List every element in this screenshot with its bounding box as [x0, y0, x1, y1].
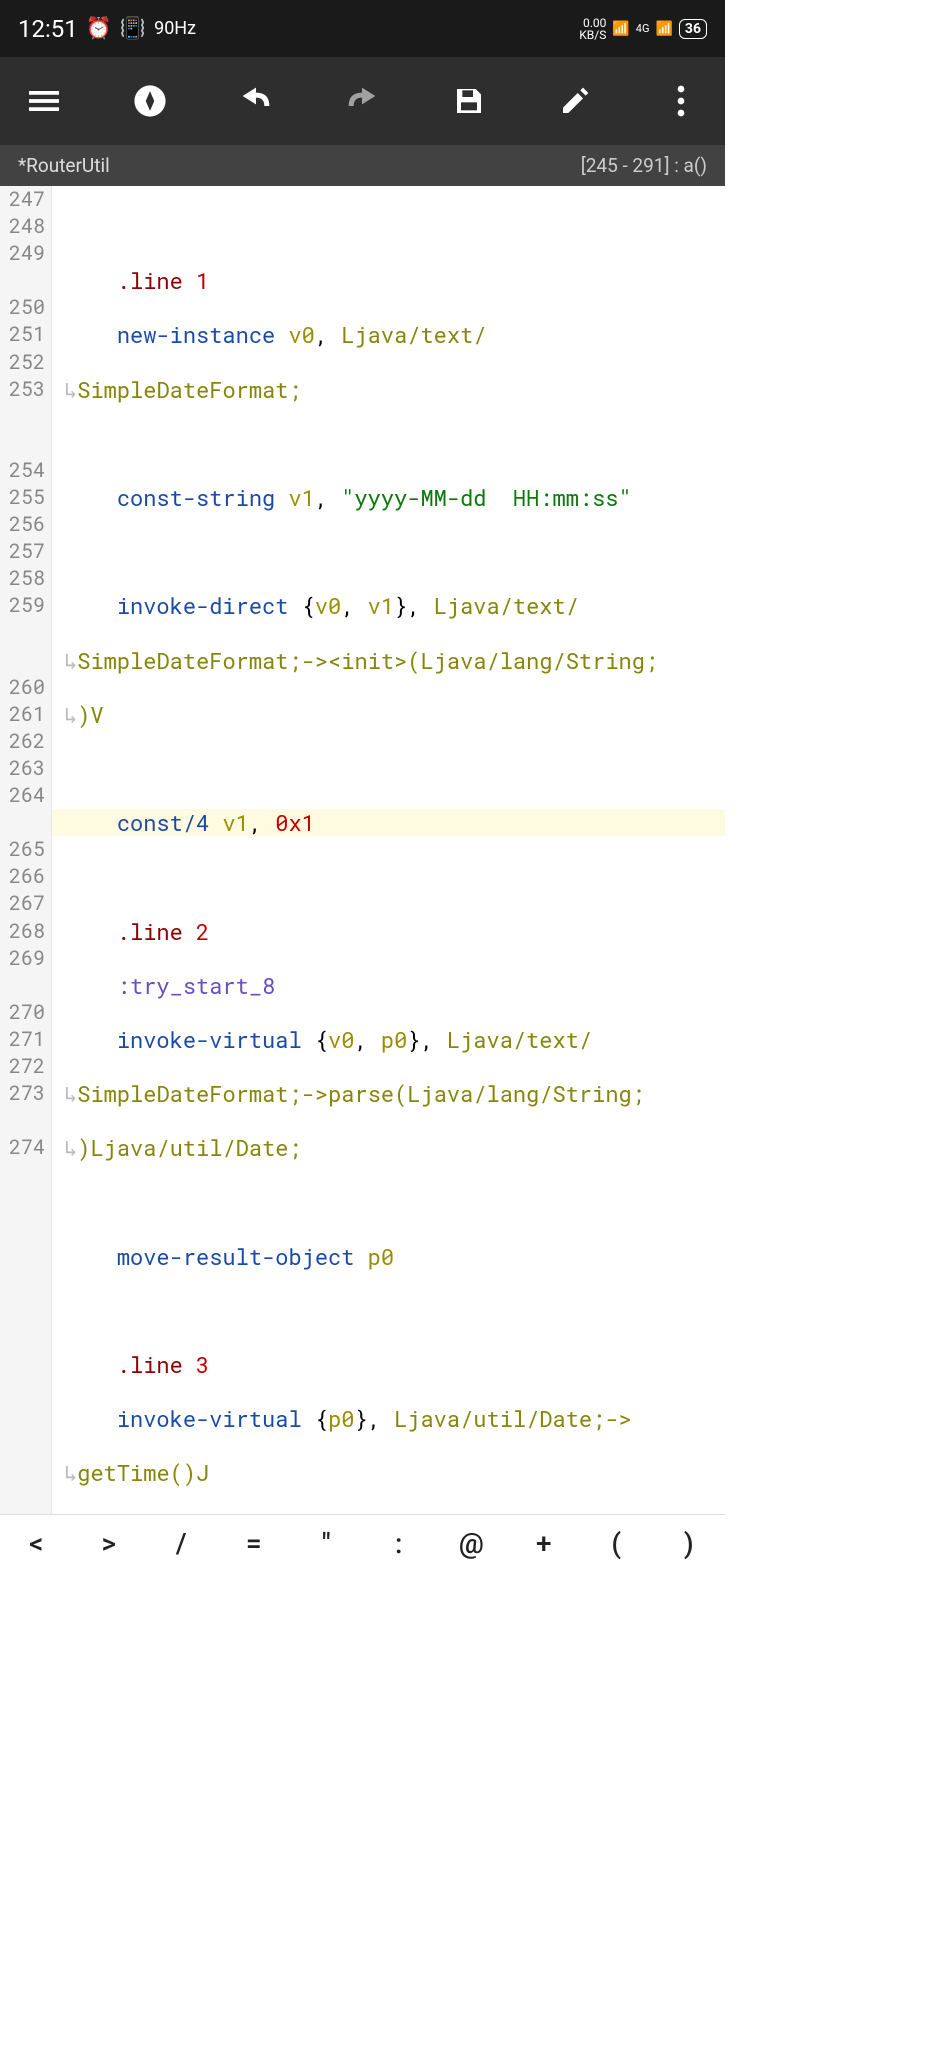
symbol-key[interactable]: >: [73, 1515, 146, 1572]
line-number: 266: [0, 863, 51, 890]
line-number: 269: [0, 945, 51, 972]
line-number: 253: [0, 376, 51, 403]
line-number: 258: [0, 565, 51, 592]
redo-button[interactable]: [336, 75, 388, 127]
compass-icon: [133, 84, 167, 118]
line-number: 252: [0, 349, 51, 376]
symbol-key[interactable]: (: [580, 1515, 653, 1572]
line-number: 256: [0, 511, 51, 538]
line-number: 248: [0, 213, 51, 240]
line-number: 272: [0, 1053, 51, 1080]
editor[interactable]: 247248249 250251252253 254255256257258259 2…: [0, 186, 725, 1514]
symbol-keybar: <>/=":@+(): [0, 1514, 725, 1572]
edit-button[interactable]: [549, 75, 601, 127]
battery-level: 36: [679, 19, 707, 39]
net-speed: 0.00 KB/S: [579, 17, 606, 41]
line-number: 273: [0, 1080, 51, 1107]
line-number: 265: [0, 836, 51, 863]
symbol-key[interactable]: :: [363, 1515, 436, 1572]
line-number: 268: [0, 918, 51, 945]
pencil-icon: [559, 85, 591, 117]
line-number: [0, 267, 51, 294]
clock: 12:51: [18, 15, 78, 43]
code-area[interactable]: .line 1 new-instance v0, Ljava/text/ ↳Si…: [52, 186, 725, 1514]
line-number: 271: [0, 1026, 51, 1053]
line-number: 262: [0, 728, 51, 755]
line-number: 254: [0, 457, 51, 484]
undo-button[interactable]: [230, 75, 282, 127]
hamburger-icon: [29, 86, 59, 116]
file-range: [245 - 291] : a(): [581, 154, 707, 177]
line-number: 249: [0, 240, 51, 267]
line-number: 250: [0, 294, 51, 321]
line-number: 257: [0, 538, 51, 565]
save-button[interactable]: [443, 75, 495, 127]
undo-icon: [236, 86, 276, 116]
line-number: 263: [0, 755, 51, 782]
line-number: [0, 403, 51, 430]
network-type: 4G: [636, 22, 650, 35]
explore-button[interactable]: [124, 75, 176, 127]
symbol-key[interactable]: <: [0, 1515, 73, 1572]
line-number: 255: [0, 484, 51, 511]
line-number: 259: [0, 592, 51, 619]
line-number: [0, 809, 51, 836]
toolbar: [0, 57, 725, 145]
more-button[interactable]: [655, 75, 707, 127]
line-number: [0, 430, 51, 457]
more-vert-icon: [677, 85, 685, 117]
statusbar: 12:51 ⏰ 📳 90Hz 0.00 KB/S 📶 4G 📶 36: [0, 0, 725, 57]
vibrate-icon: 📳: [120, 17, 146, 41]
menu-button[interactable]: [18, 75, 70, 127]
line-number: 264: [0, 782, 51, 809]
signal-icon: 📶: [655, 21, 672, 37]
redo-icon: [342, 86, 382, 116]
symbol-key[interactable]: +: [508, 1515, 581, 1572]
alarm-icon: ⏰: [86, 17, 112, 41]
symbol-key[interactable]: /: [145, 1515, 218, 1572]
refresh-rate: 90Hz: [154, 18, 196, 39]
line-number: 270: [0, 999, 51, 1026]
line-number: 247: [0, 186, 51, 213]
line-number: 260: [0, 674, 51, 701]
line-number: 267: [0, 890, 51, 917]
save-icon: [453, 85, 485, 117]
symbol-key[interactable]: ": [290, 1515, 363, 1572]
line-number: [0, 1107, 51, 1134]
line-number: [0, 647, 51, 674]
line-number: 251: [0, 321, 51, 348]
symbol-key[interactable]: ): [653, 1515, 726, 1572]
line-number: [0, 972, 51, 999]
line-gutter: 247248249 250251252253 254255256257258259 2…: [0, 186, 52, 1514]
wifi-icon: 📶: [612, 21, 629, 37]
symbol-key[interactable]: @: [435, 1515, 508, 1572]
file-name: *RouterUtil: [18, 154, 110, 177]
line-number: 261: [0, 701, 51, 728]
line-number: 274: [0, 1134, 51, 1161]
symbol-key[interactable]: =: [218, 1515, 291, 1572]
line-number: [0, 620, 51, 647]
filebar: *RouterUtil [245 - 291] : a(): [0, 145, 725, 186]
